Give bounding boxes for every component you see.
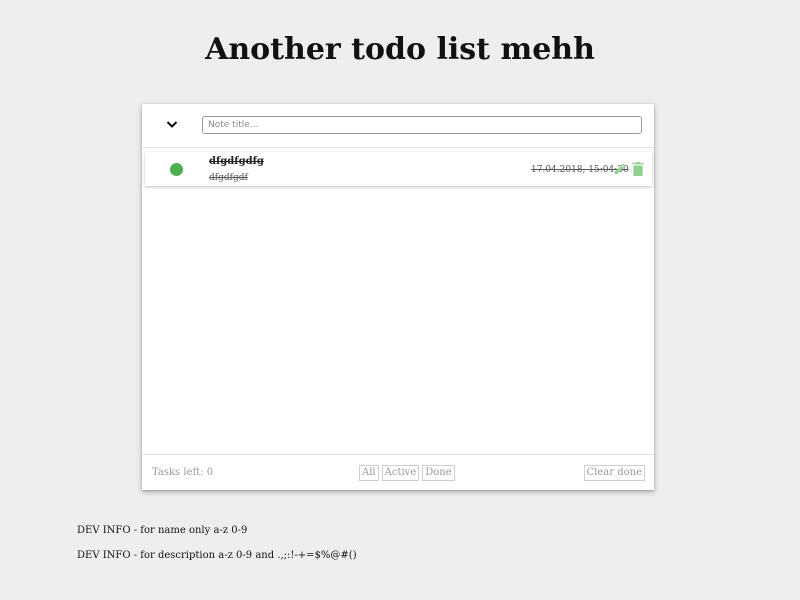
page: Another todo list mehh dfgdfgdfg dfgdfgd… (0, 0, 800, 600)
filter-group: All Active Done (359, 465, 455, 481)
card-footer: Tasks left: 0 All Active Done Clear done (142, 454, 654, 491)
pencil-icon[interactable] (613, 162, 627, 176)
filter-active-button[interactable]: Active (381, 465, 420, 481)
dev-info-name: DEV INFO - for name only a-z 0-9 (77, 525, 248, 536)
card-header (142, 104, 654, 148)
task-description: dfgdfgdf (209, 173, 248, 183)
trash-icon[interactable] (632, 162, 644, 176)
clear-done-button[interactable]: Clear done (583, 465, 645, 481)
page-title: Another todo list mehh (205, 32, 595, 67)
task-status-toggle[interactable] (170, 163, 183, 176)
filter-all-button[interactable]: All (359, 465, 379, 481)
dev-info-description: DEV INFO - for description a-z 0-9 and .… (77, 550, 357, 561)
tasks-left-counter: Tasks left: 0 (152, 467, 214, 478)
note-title-input[interactable] (202, 116, 642, 134)
task-item: dfgdfgdfg dfgdfgdf 17.04.2018, 15:04:30 (145, 152, 652, 186)
task-name: dfgdfgdfg (209, 156, 264, 167)
todo-card: dfgdfgdfg dfgdfgdf 17.04.2018, 15:04:30 … (142, 104, 654, 490)
chevron-down-icon[interactable] (164, 116, 180, 132)
filter-done-button[interactable]: Done (422, 465, 455, 481)
